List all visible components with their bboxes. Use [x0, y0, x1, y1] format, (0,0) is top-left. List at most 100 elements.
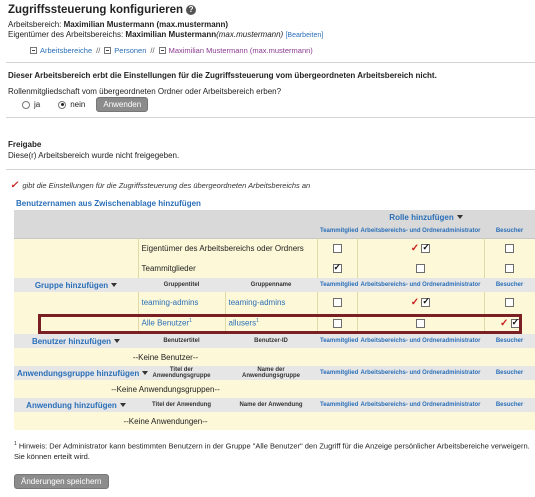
breadcrumb-separator: //	[96, 46, 101, 55]
release-heading: Freigabe	[8, 140, 42, 149]
breadcrumb-separator: //	[150, 46, 155, 55]
empty-applications: --Keine Anwendungen--	[14, 412, 317, 430]
workspace-line: Arbeitsbereich: Maximilian Mustermann (m…	[8, 20, 228, 29]
workspace-label: Arbeitsbereich:	[8, 20, 62, 29]
inherited-check-icon: ✓	[499, 317, 509, 329]
chevron-down-icon	[456, 215, 463, 220]
clipboard-link[interactable]: Benutzernamen aus Zwischenablage hinzufü…	[16, 199, 201, 208]
chevron-down-icon	[142, 371, 149, 376]
expand-icon	[158, 47, 166, 54]
chevron-down-icon	[119, 403, 126, 408]
radio-no[interactable]	[58, 100, 67, 109]
role-header-visitor: Besucher	[484, 334, 535, 348]
user-id-header: Benutzer-ID	[225, 334, 317, 348]
inherited-check-icon: ✓	[10, 180, 19, 191]
group-title-header: Gruppentitel	[138, 278, 225, 292]
group-title-link[interactable]: teaming-admins	[137, 292, 225, 312]
owner-user: (max.mustermann)	[216, 30, 284, 39]
divider	[6, 117, 535, 118]
radio-yes-label: ja	[34, 100, 41, 109]
apply-button[interactable]: Anwenden	[96, 97, 149, 112]
add-user-button[interactable]: Benutzer hinzufügen	[14, 334, 138, 348]
chevron-down-icon	[111, 283, 118, 288]
group-name-link[interactable]: teaming-admins	[224, 292, 317, 312]
save-changes-button[interactable]: Änderungen speichern	[14, 474, 109, 489]
chevron-down-icon	[114, 339, 121, 344]
role-header-admin: Arbeitsbereichs- und Ordneradministrator	[357, 366, 484, 380]
app-title-header: Titel der Anwendung	[138, 398, 225, 412]
group-title-link[interactable]: Alle Benutzer1	[137, 312, 225, 334]
role-header-admin: Arbeitsbereichs- und Ordneradministrator	[357, 398, 484, 412]
role-header-admin: Arbeitsbereichs- und Ordneradministrator	[357, 334, 484, 348]
group-name-header: Gruppenname	[225, 278, 317, 292]
checkbox-owner-visitor[interactable]	[505, 243, 515, 253]
role-header-visitor: Besucher	[484, 366, 535, 380]
checkbox-allusers-team[interactable]	[332, 318, 342, 328]
add-appgroup-button[interactable]: Anwendungsgruppe hinzufügen	[14, 366, 149, 380]
table-row: Alle Benutzer1 allusers1 ✓	[14, 312, 535, 334]
appgroup-name-header: Name der Anwendungsgruppe	[225, 366, 317, 380]
footnote: 1 Hinweis: Der Administrator kann bestim…	[14, 439, 535, 462]
workspace-value: Maximilian Mustermann (max.mustermann)	[63, 20, 229, 29]
footnote-marker: 1	[14, 441, 17, 447]
page-title-text: Zugriffssteuerung konfigurieren	[8, 4, 184, 16]
role-header-admin: Arbeitsbereichs- und Ordneradministrator	[357, 278, 484, 292]
group-name-link[interactable]: allusers1	[224, 312, 317, 334]
radio-yes[interactable]	[22, 100, 30, 109]
footnote-text: Hinweis: Der Administrator kann bestimmt…	[14, 441, 530, 461]
role-header-team: Teammitglied	[317, 278, 358, 292]
breadcrumb-people[interactable]: Personen	[104, 46, 146, 55]
expand-icon	[104, 47, 112, 54]
role-header-admin: Arbeitsbereichs- und Ordneradministrator	[357, 224, 484, 238]
role-header-team: Teammitglied	[317, 224, 358, 238]
radio-no-label: nein	[70, 100, 86, 109]
user-title-header: Benutzertitel	[138, 334, 225, 348]
checkbox-teammembers-team[interactable]	[332, 262, 342, 273]
team-members-row-label: Teammitglieder	[137, 258, 317, 278]
checkbox-owner-admin[interactable]	[421, 242, 431, 254]
inherit-options: ja nein Anwenden	[22, 97, 149, 112]
owner-row-label: Eigentümer des Arbeitsbereichs oder Ordn…	[137, 238, 317, 258]
role-header-team: Teammitglied	[317, 366, 358, 380]
role-header-visitor: Besucher	[484, 278, 535, 292]
empty-appgroups: --Keine Anwendungsgruppen--	[14, 380, 317, 398]
role-header-team: Teammitglied	[317, 398, 358, 412]
checkbox-group-visitor[interactable]	[505, 297, 515, 307]
owner-name: Maximilian Mustermann	[125, 30, 217, 39]
checkbox-group-admin[interactable]	[421, 296, 431, 307]
role-header-visitor: Besucher	[484, 224, 535, 238]
inherited-check-icon: ✓	[410, 242, 420, 254]
breadcrumb-current[interactable]: Maximilian Mustermann (max.mustermann)	[158, 46, 313, 55]
breadcrumb: Arbeitsbereiche // Personen // Maximilia…	[30, 46, 313, 55]
release-text: Diese(r) Arbeitsbereich wurde nicht frei…	[8, 151, 180, 160]
inherit-heading: Dieser Arbeitsbereich erbt die Einstellu…	[8, 71, 437, 80]
checkbox-allusers-admin[interactable]	[416, 318, 425, 328]
add-group-button[interactable]: Gruppe hinzufügen	[14, 278, 138, 292]
page-title: Zugriffssteuerung konfigurieren ?	[8, 4, 197, 16]
checkbox-allusers-visitor[interactable]	[510, 317, 520, 328]
owner-label: Eigentümer des Arbeitsbereichs:	[8, 30, 124, 39]
inherited-legend: ✓ gibt die Einstellungen für die Zugriff…	[10, 180, 310, 191]
divider	[6, 169, 535, 170]
checkbox-teammembers-admin[interactable]	[416, 263, 425, 273]
add-role-button[interactable]: Rolle hinzufügen	[317, 210, 535, 224]
app-name-header: Name der Anwendung	[225, 398, 317, 412]
expand-icon	[30, 47, 37, 54]
owner-line: Eigentümer des Arbeitsbereichs: Maximili…	[8, 30, 323, 39]
add-application-button[interactable]: Anwendung hinzufügen	[14, 398, 138, 412]
checkbox-group-team[interactable]	[332, 297, 342, 307]
help-icon[interactable]: ?	[186, 5, 197, 15]
edit-link[interactable]: [Bearbeiten]	[285, 32, 323, 39]
role-header-team: Teammitglied	[317, 334, 358, 348]
role-header-visitor: Besucher	[484, 398, 535, 412]
table-row: teaming-admins teaming-admins ✓	[14, 292, 535, 312]
checkbox-teammembers-visitor[interactable]	[505, 263, 515, 273]
inherited-check-icon: ✓	[410, 296, 420, 308]
checkbox-owner-team[interactable]	[332, 243, 342, 253]
access-table: Rolle hinzufügen Teammitglied Arbeitsber…	[14, 210, 535, 430]
appgroup-title-header: Titel der Anwendungsgruppe	[138, 366, 225, 380]
empty-users: --Keine Benutzer--	[14, 348, 317, 366]
legend-text: gibt die Einstellungen für die Zugriffss…	[22, 181, 311, 190]
inherit-question: Rollenmitgliedschaft vom übergeordneten …	[8, 87, 282, 96]
breadcrumb-workspaces[interactable]: Arbeitsbereiche	[30, 46, 92, 55]
